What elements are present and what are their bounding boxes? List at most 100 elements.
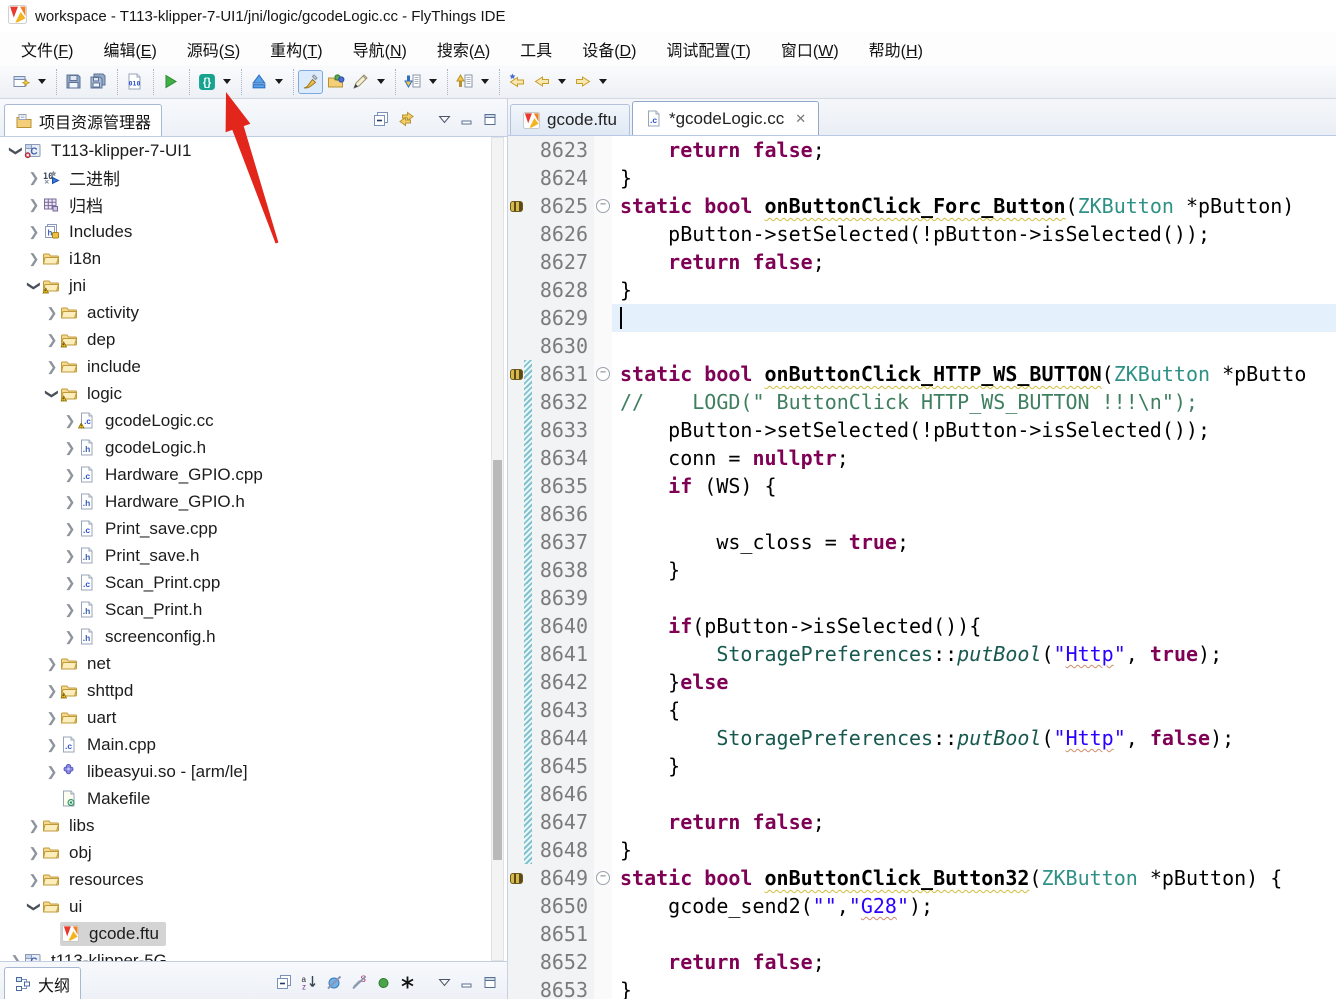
import-folder-button[interactable] bbox=[323, 70, 348, 94]
code-text[interactable]: { bbox=[612, 696, 1336, 724]
tree-expand-icon[interactable]: ❯ bbox=[44, 359, 60, 375]
tree-item-net[interactable]: ❯net bbox=[44, 650, 114, 677]
menu-item-帮助-H-[interactable]: 帮助(H) bbox=[856, 33, 936, 65]
menu-item-文件-F-[interactable]: 文件(F) bbox=[8, 33, 86, 65]
back-star-button[interactable] bbox=[504, 70, 529, 94]
tree-item-screenconfig.h[interactable]: ❯.hscreenconfig.h bbox=[62, 623, 219, 650]
tree-item-Includes[interactable]: ❯hIncludes bbox=[26, 218, 135, 245]
tree-expand-icon[interactable]: ❯ bbox=[26, 845, 42, 861]
code-line-8649[interactable]: 8649−static bool onButtonClick_Button32(… bbox=[508, 864, 1336, 892]
download-target-dropdown-caret[interactable] bbox=[429, 79, 437, 84]
minimize-icon[interactable] bbox=[460, 976, 474, 989]
code-line-8627[interactable]: 8627 return false; bbox=[508, 248, 1336, 276]
save-button[interactable] bbox=[61, 70, 86, 94]
code-line-8647[interactable]: 8647 return false; bbox=[508, 808, 1336, 836]
minimize-icon[interactable] bbox=[460, 113, 474, 126]
build-braces-dropdown-caret[interactable] bbox=[223, 79, 231, 84]
tree-expand-icon[interactable]: ❯ bbox=[62, 467, 78, 483]
tree-item-obj[interactable]: ❯obj bbox=[26, 839, 95, 866]
code-line-8629[interactable]: 8629 bbox=[508, 304, 1336, 332]
pen-tool-button[interactable] bbox=[348, 70, 373, 94]
tree-expand-icon[interactable]: ❯ bbox=[44, 683, 60, 699]
code-line-8641[interactable]: 8641 StoragePreferences::putBool("Http",… bbox=[508, 640, 1336, 668]
menu-item-设备-D-[interactable]: 设备(D) bbox=[569, 33, 649, 65]
code-line-8645[interactable]: 8645 } bbox=[508, 752, 1336, 780]
tree-item-gcodeLogic.cc[interactable]: ❯.cgcodeLogic.cc bbox=[62, 407, 217, 434]
code-line-8623[interactable]: 8623 return false; bbox=[508, 136, 1336, 164]
tree-item-t113-klipper-5G[interactable]: ❯Ct113-klipper-5G bbox=[8, 947, 170, 961]
build-braces-button[interactable]: {} bbox=[194, 70, 219, 94]
tree-item-Main.cpp[interactable]: ❯.cMain.cpp bbox=[44, 731, 159, 758]
code-text[interactable]: StoragePreferences::putBool("Http", true… bbox=[612, 640, 1336, 668]
code-line-8642[interactable]: 8642 }else bbox=[508, 668, 1336, 696]
tree-expand-icon[interactable]: ❯ bbox=[62, 413, 78, 429]
code-line-8650[interactable]: 8650 gcode_send2("","G28"); bbox=[508, 892, 1336, 920]
flash-download-button[interactable] bbox=[246, 70, 271, 94]
code-line-8640[interactable]: 8640 if(pButton->isSelected()){ bbox=[508, 612, 1336, 640]
tree-expand-icon[interactable]: ❯ bbox=[26, 251, 42, 267]
save-all-button[interactable] bbox=[86, 70, 111, 94]
maximize-icon[interactable] bbox=[483, 976, 497, 989]
code-text[interactable]: if (WS) { bbox=[612, 472, 1336, 500]
tree-expand-icon[interactable]: ❯ bbox=[26, 899, 42, 915]
code-line-8651[interactable]: 8651 bbox=[508, 920, 1336, 948]
code-line-8626[interactable]: 8626 pButton->setSelected(!pButton->isSe… bbox=[508, 220, 1336, 248]
code-text[interactable]: // LOGD(" ButtonClick HTTP_WS_BUTTON !!!… bbox=[612, 388, 1336, 416]
code-line-8636[interactable]: 8636 bbox=[508, 500, 1336, 528]
sort-icon[interactable]: az bbox=[301, 974, 317, 990]
code-line-8652[interactable]: 8652 return false; bbox=[508, 948, 1336, 976]
forward-dropdown-caret[interactable] bbox=[599, 79, 607, 84]
fold-collapse-icon[interactable]: − bbox=[596, 871, 610, 885]
editor-tab--gcodeLogic.cc[interactable]: .c*gcodeLogic.cc✕ bbox=[632, 101, 819, 135]
code-text[interactable]: } bbox=[612, 752, 1336, 780]
tree-item-归档[interactable]: ❯归档 bbox=[26, 191, 106, 218]
code-text[interactable] bbox=[612, 920, 1336, 948]
code-line-8638[interactable]: 8638 } bbox=[508, 556, 1336, 584]
tree-item-Makefile[interactable]: Makefile bbox=[44, 785, 153, 812]
collapse-all-icon[interactable] bbox=[373, 111, 389, 127]
tree-expand-icon[interactable]: ❯ bbox=[44, 710, 60, 726]
back-button[interactable] bbox=[529, 70, 554, 94]
code-line-8632[interactable]: 8632// LOGD(" ButtonClick HTTP_WS_BUTTON… bbox=[508, 388, 1336, 416]
view-menu-icon[interactable] bbox=[438, 113, 451, 125]
tree-expand-icon[interactable]: ❯ bbox=[44, 764, 60, 780]
code-text[interactable]: }else bbox=[612, 668, 1336, 696]
code-text[interactable] bbox=[612, 780, 1336, 808]
tree-item-dep[interactable]: ❯dep bbox=[44, 326, 118, 353]
tree-expand-icon[interactable]: ❯ bbox=[8, 953, 24, 962]
code-text[interactable]: static bool onButtonClick_Forc_Button(ZK… bbox=[612, 192, 1336, 220]
code-text[interactable] bbox=[612, 304, 1336, 332]
tree-item-libs[interactable]: ❯libs bbox=[26, 812, 98, 839]
flash-download-dropdown-caret[interactable] bbox=[275, 79, 283, 84]
tree-expand-icon[interactable]: ❯ bbox=[44, 332, 60, 348]
run-button[interactable] bbox=[158, 70, 183, 94]
code-line-8646[interactable]: 8646 bbox=[508, 780, 1336, 808]
code-line-8639[interactable]: 8639 bbox=[508, 584, 1336, 612]
tree-expand-icon[interactable]: ❯ bbox=[62, 575, 78, 591]
new-wizard-dropdown-caret[interactable] bbox=[38, 79, 46, 84]
code-text[interactable]: } bbox=[612, 976, 1336, 999]
menu-item-调试配置-T-[interactable]: 调试配置(T) bbox=[653, 33, 763, 65]
fold-collapse-icon[interactable]: − bbox=[596, 199, 610, 213]
fold-collapse-icon[interactable]: − bbox=[596, 367, 610, 381]
code-text[interactable]: static bool onButtonClick_Button32(ZKBut… bbox=[612, 864, 1336, 892]
tree-item-logic[interactable]: ❯logic bbox=[44, 380, 125, 407]
code-text[interactable]: conn = nullptr; bbox=[612, 444, 1336, 472]
menu-item-导航-N-[interactable]: 导航(N) bbox=[340, 33, 420, 65]
tree-item-resources[interactable]: ❯resources bbox=[26, 866, 147, 893]
menu-item-工具[interactable]: 工具 bbox=[507, 33, 565, 65]
tree-item-jni[interactable]: ❯jni bbox=[26, 272, 89, 299]
tree-expand-icon[interactable]: ❯ bbox=[62, 440, 78, 456]
upload-target-dropdown-caret[interactable] bbox=[481, 79, 489, 84]
code-line-8634[interactable]: 8634 conn = nullptr; bbox=[508, 444, 1336, 472]
hide-fields-icon[interactable] bbox=[326, 974, 342, 990]
tree-item-libeasyui.so---arm-le-[interactable]: ❯libeasyui.so - [arm/le] bbox=[44, 758, 251, 785]
green-dot-icon[interactable] bbox=[376, 975, 391, 990]
tree-item-Hardware_GPIO.cpp[interactable]: ❯.cHardware_GPIO.cpp bbox=[62, 461, 266, 488]
code-line-8625[interactable]: 8625−static bool onButtonClick_Forc_Butt… bbox=[508, 192, 1336, 220]
tree-item-uart[interactable]: ❯uart bbox=[44, 704, 119, 731]
code-text[interactable]: } bbox=[612, 276, 1336, 304]
tab-close-icon[interactable]: ✕ bbox=[795, 111, 806, 127]
tree-expand-icon[interactable]: ❯ bbox=[44, 656, 60, 672]
tree-expand-icon[interactable]: ❯ bbox=[26, 872, 42, 888]
